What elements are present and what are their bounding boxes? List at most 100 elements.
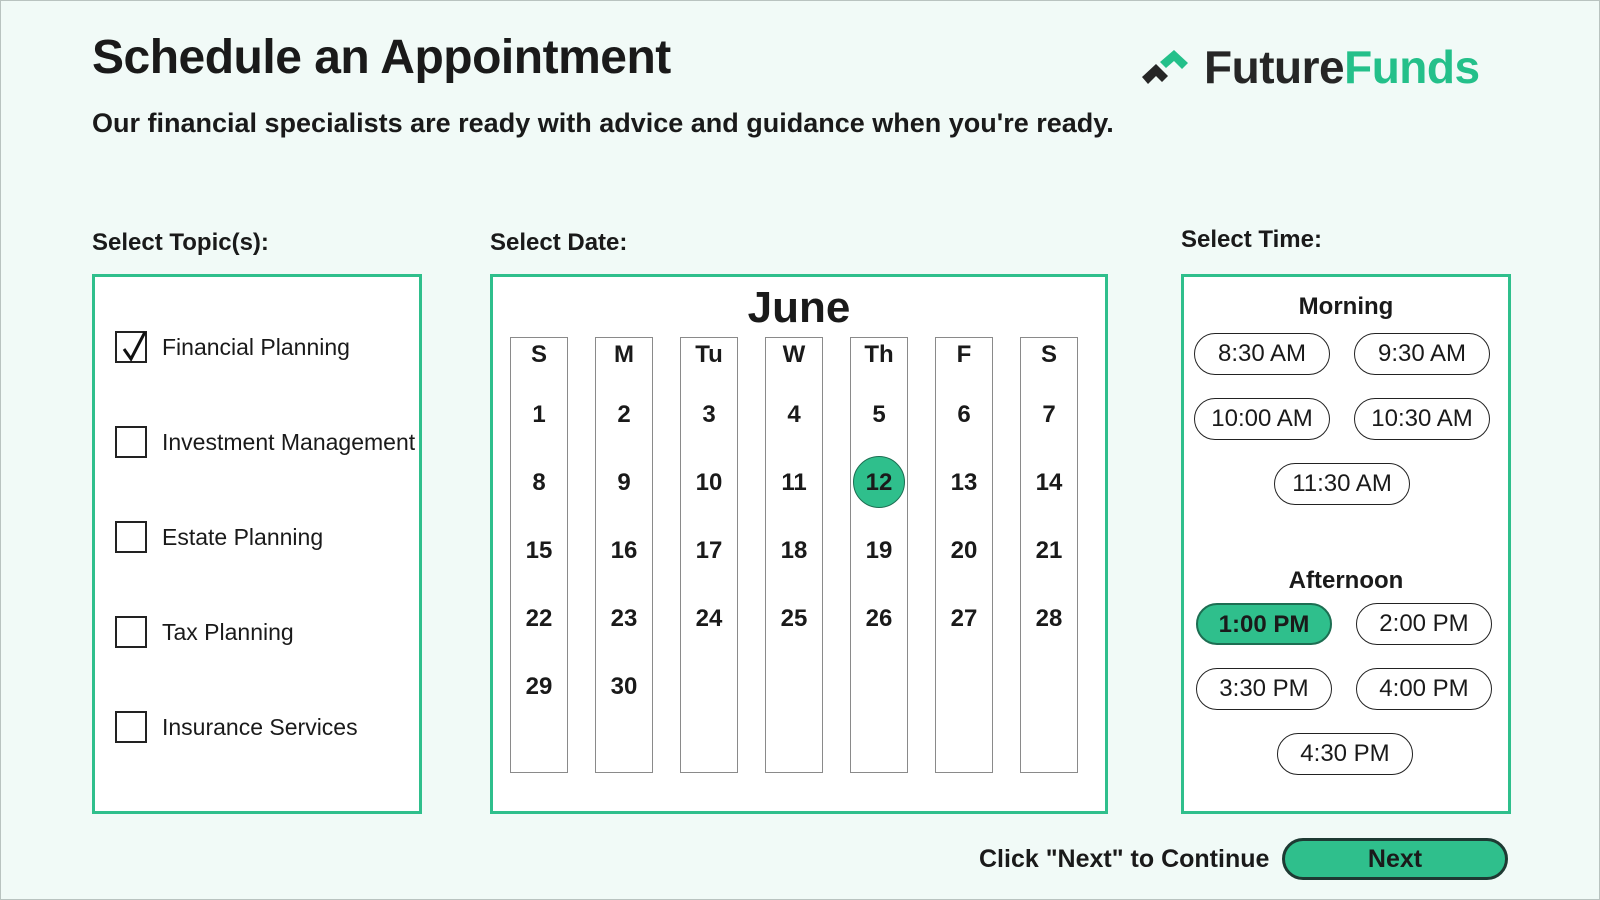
topic-label: Investment Management xyxy=(162,428,416,455)
calendar-day[interactable]: 10 xyxy=(681,456,737,510)
futurefunds-logo: FutureFunds xyxy=(1140,40,1480,94)
weekday-header: S xyxy=(1040,341,1057,368)
calendar-day[interactable]: 26 xyxy=(851,592,907,646)
topic-financial-planning[interactable]: Financial Planning xyxy=(115,331,350,363)
morning-heading: Morning xyxy=(1298,293,1394,320)
calendar-day[interactable]: 23 xyxy=(596,592,652,646)
calendar-day[interactable]: 5 xyxy=(851,388,907,442)
calendar-day-number: 28 xyxy=(1035,605,1063,632)
calendar-day-number: 10 xyxy=(695,469,723,496)
topic-checkbox-investment-management[interactable] xyxy=(115,426,147,458)
weekday-header: W xyxy=(782,341,806,368)
calendar-day-number: 22 xyxy=(525,605,553,632)
page-subtitle: Our financial specialists are ready with… xyxy=(92,108,1114,138)
calendar-day[interactable]: 18 xyxy=(766,524,822,578)
time-slot[interactable]: 3:30 PM xyxy=(1196,668,1332,710)
calendar-day[interactable]: 24 xyxy=(681,592,737,646)
calendar-column: F 6 13 20 27 xyxy=(935,337,993,773)
topic-checkbox-financial-planning[interactable] xyxy=(115,331,147,363)
topics-section-label: Select Topic(s): xyxy=(92,229,269,256)
time-slot[interactable]: 10:30 AM xyxy=(1354,398,1490,440)
topic-label: Insurance Services xyxy=(162,713,358,740)
calendar-day[interactable]: 20 xyxy=(936,524,992,578)
calendar-month: June xyxy=(747,283,851,332)
time-slot[interactable]: 11:30 AM xyxy=(1274,463,1410,505)
calendar-day[interactable]: 29 xyxy=(511,660,567,714)
logo-arrow-icon xyxy=(1142,50,1188,84)
topic-estate-planning[interactable]: Estate Planning xyxy=(115,521,323,553)
time-slot[interactable]: 8:30 AM xyxy=(1194,333,1330,375)
calendar-column: Tu 3 10 17 24 xyxy=(680,337,738,773)
calendar-day-number: 4 xyxy=(787,401,801,428)
calendar-day[interactable]: 8 xyxy=(511,456,567,510)
afternoon-heading: Afternoon xyxy=(1288,567,1404,594)
page-title: Schedule an Appointment xyxy=(92,31,671,84)
calendar-day-number: 30 xyxy=(610,673,638,700)
calendar-day[interactable]: 13 xyxy=(936,456,992,510)
date-section-label: Select Date: xyxy=(490,229,628,256)
topic-tax-planning[interactable]: Tax Planning xyxy=(115,616,294,648)
calendar-day[interactable]: 19 xyxy=(851,524,907,578)
calendar-day[interactable]: 30 xyxy=(596,660,652,714)
calendar-day-number: 21 xyxy=(1035,537,1063,564)
calendar-day[interactable]: 4 xyxy=(766,388,822,442)
time-slot[interactable]: 10:00 AM xyxy=(1194,398,1330,440)
calendar-day-number: 15 xyxy=(525,537,553,564)
topic-checkbox-estate-planning[interactable] xyxy=(115,521,147,553)
weekday-header: Th xyxy=(864,341,894,368)
calendar-day[interactable]: 21 xyxy=(1021,524,1077,578)
time-slot[interactable]: 9:30 AM xyxy=(1354,333,1490,375)
calendar-day-number: 14 xyxy=(1035,469,1063,496)
calendar-day[interactable]: 3 xyxy=(681,388,737,442)
calendar-day-number: 27 xyxy=(950,605,978,632)
calendar-day-number: 18 xyxy=(780,537,808,564)
calendar-column: S 1 8 15 22 29 xyxy=(510,337,568,773)
calendar-day-number: 16 xyxy=(610,537,638,564)
calendar-day[interactable]: 16 xyxy=(596,524,652,578)
calendar-day[interactable]: 7 xyxy=(1021,388,1077,442)
topic-checkbox-insurance-services[interactable] xyxy=(115,711,147,743)
topic-insurance-services[interactable]: Insurance Services xyxy=(115,711,358,743)
calendar-day[interactable]: 1 xyxy=(511,388,567,442)
calendar-day-number: 19 xyxy=(865,537,893,564)
calendar-day[interactable]: 14 xyxy=(1021,456,1077,510)
next-button[interactable]: Next xyxy=(1282,838,1508,880)
calendar-day[interactable]: 27 xyxy=(936,592,992,646)
calendar-day[interactable]: 17 xyxy=(681,524,737,578)
calendar-column: Th 5 12 19 26 xyxy=(850,337,908,773)
calendar-day-number: 13 xyxy=(950,469,978,496)
time-panel: Morning Afternoon 8:30 AM 9:30 AM 10:00 AM… xyxy=(1181,274,1511,814)
calendar-day-number: 11 xyxy=(781,469,807,496)
calendar-day-number: 7 xyxy=(1042,401,1056,428)
calendar-day[interactable]: 11 xyxy=(766,456,822,510)
calendar-day-number: 25 xyxy=(780,605,808,632)
calendar-day-number: 26 xyxy=(865,605,893,632)
weekday-header: S xyxy=(530,341,547,368)
calendar-day-number: 5 xyxy=(872,401,886,428)
calendar-day[interactable]: 2 xyxy=(596,388,652,442)
calendar-day[interactable]: 22 xyxy=(511,592,567,646)
time-section-label: Select Time: xyxy=(1181,226,1322,253)
weekday-header: Tu xyxy=(695,341,723,368)
time-slot[interactable]: 2:00 PM xyxy=(1356,603,1492,645)
topic-investment-management[interactable]: Investment Management xyxy=(115,426,415,458)
time-slot[interactable]: 4:00 PM xyxy=(1356,668,1492,710)
calendar-day[interactable]: 9 xyxy=(596,456,652,510)
calendar-day[interactable]: 15 xyxy=(511,524,567,578)
calendar-day-number: 17 xyxy=(695,537,723,564)
calendar-day[interactable]: 25 xyxy=(766,592,822,646)
calendar-day-number: 2 xyxy=(617,401,631,428)
calendar-day-number: 29 xyxy=(525,673,553,700)
time-slot[interactable]: 4:30 PM xyxy=(1277,733,1413,775)
weekday-header: M xyxy=(614,341,634,368)
calendar-day[interactable]: 6 xyxy=(936,388,992,442)
calendar-day[interactable]: 28 xyxy=(1021,592,1077,646)
calendar-day-selected[interactable]: 12 xyxy=(851,456,907,510)
calendar-panel: June S 1 8 15 22 29 M 2 9 16 23 30 Tu 3 10 17 24 W 4 11 18 25… xyxy=(490,274,1108,814)
calendar-day-number: 23 xyxy=(610,605,638,632)
calendar-day-number: 3 xyxy=(702,401,716,428)
topic-checkbox-tax-planning[interactable] xyxy=(115,616,147,648)
calendar-column: M 2 9 16 23 30 xyxy=(595,337,653,773)
time-slot-selected[interactable]: 1:00 PM xyxy=(1196,603,1332,645)
continue-instruction: Click "Next" to Continue xyxy=(979,845,1270,873)
